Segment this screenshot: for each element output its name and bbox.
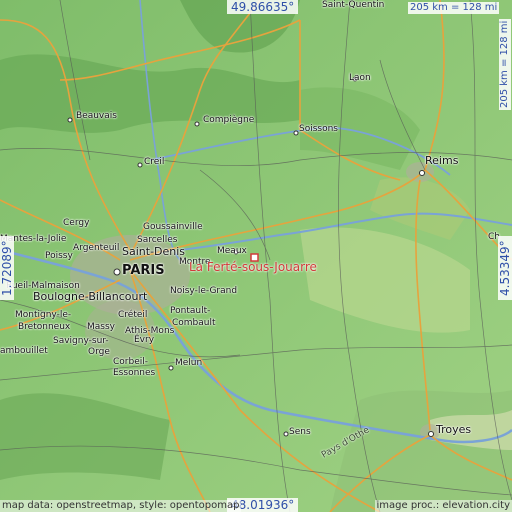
- place-label-boulogne-billancourt[interactable]: Boulogne-Billancourt: [33, 291, 147, 302]
- place-label-poissy[interactable]: Poissy: [45, 251, 73, 261]
- place-label-combault[interactable]: Combault: [172, 318, 216, 328]
- target-place-label[interactable]: La Ferté-sous-Jouarre: [189, 261, 317, 273]
- place-label-laon[interactable]: Laon: [349, 73, 371, 83]
- place-label-soissons[interactable]: Soissons: [299, 124, 338, 134]
- map-canvas[interactable]: Saint-Quentin Laon Reims Beauvais Compiè…: [0, 0, 512, 512]
- place-label-noisy-le-grand[interactable]: Noisy-le-Grand: [170, 286, 237, 296]
- horizontal-scale-label: 205 km = 128 mi: [408, 2, 500, 14]
- place-label-compiegne[interactable]: Compiègne: [203, 115, 254, 125]
- coord-top-label: 49.86635°: [227, 0, 299, 14]
- coord-left-label: 1.72089°: [0, 236, 14, 300]
- place-label-sarcelles[interactable]: Sarcelles: [137, 235, 177, 245]
- place-label-creil[interactable]: Creil: [144, 157, 164, 167]
- place-label-corbeil[interactable]: Corbeil-: [113, 357, 148, 367]
- place-label-sens[interactable]: Sens: [289, 427, 311, 437]
- vertical-scale-label: 205 km = 128 mi: [499, 18, 511, 110]
- map-credit-left: map data: openstreetmap, style: opentopo…: [0, 500, 242, 512]
- place-label-saint-quentin[interactable]: Saint-Quentin: [322, 0, 384, 10]
- place-label-evry[interactable]: Évry: [134, 335, 154, 345]
- place-label-melun[interactable]: Melun: [175, 358, 202, 368]
- place-label-argenteuil[interactable]: Argenteuil: [73, 243, 119, 253]
- place-label-bretonneux[interactable]: Bretonneux: [18, 322, 70, 332]
- place-label-creteil[interactable]: Créteil: [118, 310, 147, 320]
- place-label-beauvais[interactable]: Beauvais: [76, 111, 117, 121]
- place-label-cergy[interactable]: Cergy: [63, 218, 89, 228]
- place-label-essonnes[interactable]: Essonnes: [113, 368, 155, 378]
- place-label-savigny[interactable]: Savigny-sur-: [53, 336, 109, 346]
- coord-right-label: 4.53349°: [498, 236, 512, 300]
- place-label-saint-denis[interactable]: Saint-Denis: [122, 246, 185, 257]
- place-label-meaux[interactable]: Meaux: [217, 246, 247, 256]
- place-label-massy[interactable]: Massy: [87, 322, 115, 332]
- place-label-montigny[interactable]: Montigny-le-: [15, 310, 71, 320]
- place-label-pontault[interactable]: Pontault-: [170, 306, 210, 316]
- place-label-paris[interactable]: PARIS: [122, 264, 165, 277]
- map-credit-right: image proc.: elevation.city: [374, 500, 512, 512]
- place-label-rambouillet[interactable]: ambouillet: [0, 346, 48, 356]
- place-label-orge[interactable]: Orge: [88, 347, 110, 357]
- place-label-reims[interactable]: Reims: [425, 155, 458, 166]
- place-label-goussainville[interactable]: Goussainville: [143, 222, 203, 232]
- place-label-troyes[interactable]: Troyes: [436, 424, 471, 435]
